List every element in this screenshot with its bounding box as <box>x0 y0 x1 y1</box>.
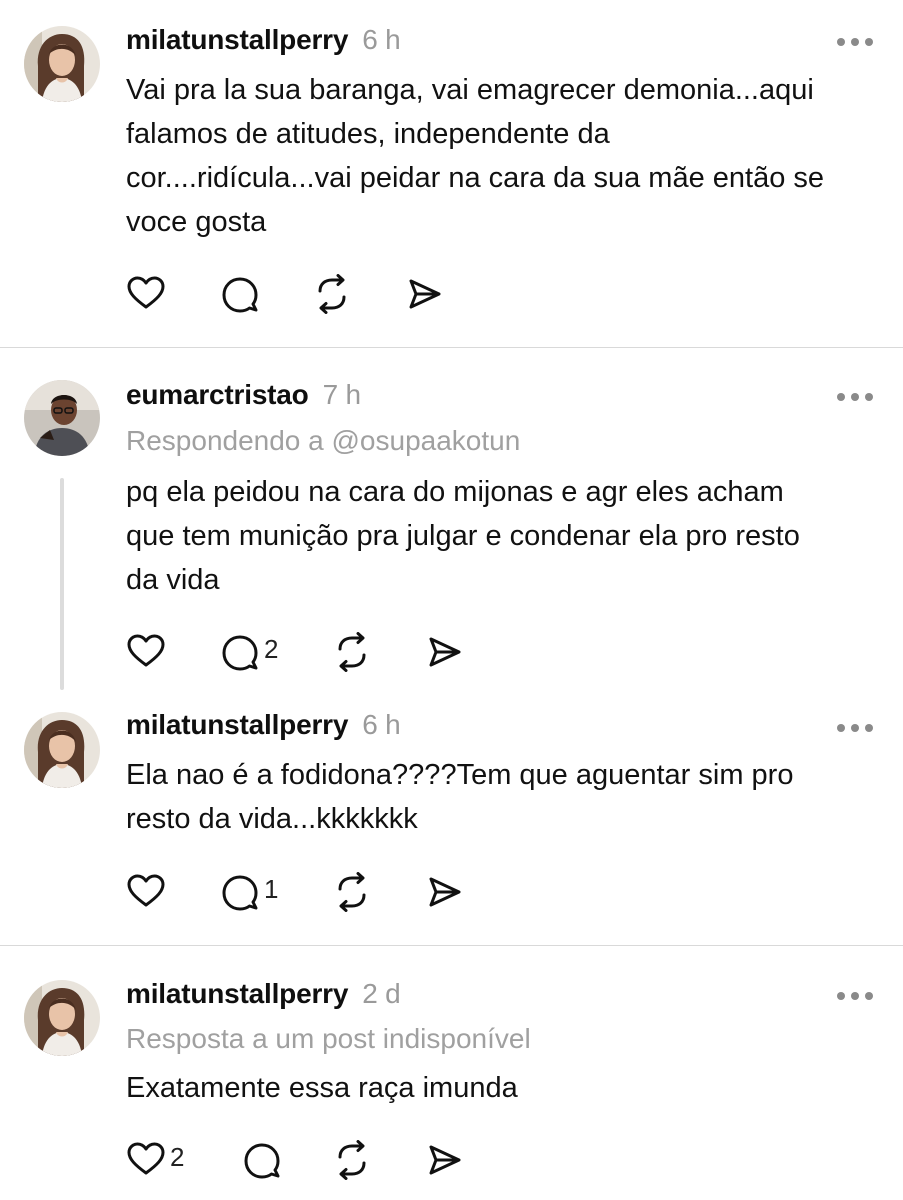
like-button[interactable] <box>126 632 206 676</box>
comment-icon <box>242 1140 282 1180</box>
timestamp: 7 h <box>322 379 362 410</box>
reply-button[interactable] <box>242 1140 286 1184</box>
post-line: resto da vida...kkkkkkk <box>126 803 418 835</box>
comment-icon <box>220 274 260 314</box>
post-line: falamos de atitudes, independente da <box>126 118 610 150</box>
username-text[interactable]: milatunstallperry <box>126 24 348 55</box>
timestamp: 2 d <box>362 978 401 1009</box>
post-line: Ela nao é a fodidona????Tem que aguentar… <box>126 759 794 791</box>
share-button[interactable] <box>404 274 448 318</box>
share-button[interactable] <box>424 872 468 916</box>
more-options-icon[interactable] <box>837 38 877 48</box>
like-button[interactable]: 2 <box>126 1140 206 1184</box>
post-line: que tem munição pra julgar e condenar el… <box>126 520 800 552</box>
share-button[interactable] <box>424 1140 468 1184</box>
username-text[interactable]: milatunstallperry <box>126 978 348 1009</box>
send-icon <box>424 872 464 912</box>
like-button[interactable] <box>126 274 206 318</box>
post-line: da vida <box>126 564 220 596</box>
reply-button[interactable]: 2 <box>220 632 300 676</box>
post-body: Exatamente essa raça imunda <box>126 1066 866 1110</box>
like-button[interactable] <box>126 872 206 916</box>
divider <box>0 945 903 946</box>
repost-button[interactable] <box>312 274 356 318</box>
post-line: voce gosta <box>126 206 267 238</box>
reply-context[interactable]: Respondendo a @osupaakotun <box>126 425 520 457</box>
avatar[interactable] <box>24 980 100 1056</box>
username[interactable]: milatunstallperry 2 d <box>126 978 401 1010</box>
reply-context[interactable]: Resposta a um post indisponível <box>126 1023 531 1055</box>
more-options-icon[interactable] <box>837 724 877 734</box>
post-line: pq ela peidou na cara do mijonas e agr e… <box>126 476 784 508</box>
repost-icon <box>312 274 352 314</box>
divider <box>0 347 903 348</box>
avatar[interactable] <box>24 26 100 102</box>
username-text[interactable]: eumarctristao <box>126 379 309 410</box>
comment-icon <box>220 632 260 672</box>
heart-icon <box>126 632 166 672</box>
send-icon <box>424 632 464 672</box>
repost-icon <box>332 1140 372 1180</box>
send-icon <box>404 274 444 314</box>
avatar[interactable] <box>24 380 100 456</box>
heart-icon <box>126 872 166 912</box>
timestamp: 6 h <box>362 709 401 740</box>
like-count: 2 <box>170 1142 185 1172</box>
post-line: Exatamente essa raça imunda <box>126 1072 518 1104</box>
thread-line <box>60 478 64 690</box>
more-options-icon[interactable] <box>837 393 877 403</box>
timestamp: 6 h <box>362 24 401 55</box>
post-line: Vai pra la sua baranga, vai emagrecer de… <box>126 74 814 106</box>
comment-icon <box>220 872 260 912</box>
repost-icon <box>332 632 372 672</box>
post-body: Ela nao é a fodidona????Tem que aguentar… <box>126 753 866 841</box>
username[interactable]: milatunstallperry 6 h <box>126 24 401 56</box>
reply-button[interactable]: 1 <box>220 872 300 916</box>
avatar[interactable] <box>24 712 100 788</box>
reply-count: 2 <box>264 634 279 664</box>
repost-button[interactable] <box>332 1140 376 1184</box>
username-text[interactable]: milatunstallperry <box>126 709 348 740</box>
reply-button[interactable] <box>220 274 300 318</box>
send-icon <box>424 1140 464 1180</box>
reply-count: 1 <box>264 874 279 904</box>
repost-icon <box>332 872 372 912</box>
post-line: cor....ridícula...vai peidar na cara da … <box>126 162 825 194</box>
username[interactable]: milatunstallperry 6 h <box>126 709 401 741</box>
repost-button[interactable] <box>332 872 376 916</box>
share-button[interactable] <box>424 632 468 676</box>
repost-button[interactable] <box>332 632 376 676</box>
heart-icon <box>126 274 166 314</box>
more-options-icon[interactable] <box>837 992 877 1002</box>
username[interactable]: eumarctristao 7 h <box>126 379 361 411</box>
post-body: Vai pra la sua baranga, vai emagrecer de… <box>126 68 866 244</box>
heart-icon <box>126 1140 166 1180</box>
post-body: pq ela peidou na cara do mijonas e agr e… <box>126 470 866 602</box>
